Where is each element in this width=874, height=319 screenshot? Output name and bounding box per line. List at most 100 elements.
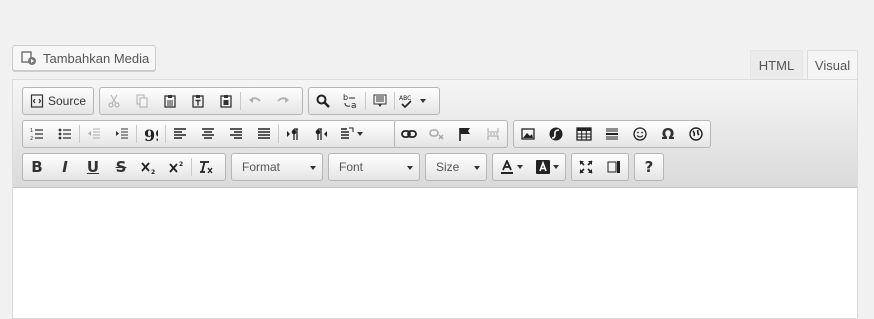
size-dropdown[interactable]: Size xyxy=(425,153,487,181)
text-color-icon xyxy=(500,160,513,174)
flash-button[interactable] xyxy=(542,121,570,147)
redo-button[interactable] xyxy=(269,88,297,114)
help-icon: ? xyxy=(644,158,654,176)
tab-html[interactable]: HTML xyxy=(750,50,803,79)
bulleted-list-button[interactable] xyxy=(51,121,79,147)
redo-icon xyxy=(277,97,289,103)
replace-icon: ba xyxy=(343,93,357,109)
text-direction-ltr-icon xyxy=(287,128,298,140)
iframe-button[interactable] xyxy=(682,121,710,147)
add-media-button[interactable]: Tambahkan Media xyxy=(12,45,156,71)
svg-text:99: 99 xyxy=(144,127,158,141)
page-break-icon xyxy=(487,128,499,140)
tab-visual[interactable]: Visual xyxy=(807,50,858,80)
svg-text:b: b xyxy=(343,93,348,102)
undo-button[interactable] xyxy=(241,88,269,114)
anchor-button[interactable] xyxy=(451,121,479,147)
unlink-icon xyxy=(429,129,444,140)
add-media-label: Tambahkan Media xyxy=(43,50,150,66)
link-button[interactable] xyxy=(395,121,423,147)
bold-button[interactable]: B xyxy=(23,154,51,180)
superscript-button[interactable]: 2 xyxy=(163,154,191,180)
smiley-icon xyxy=(633,127,647,141)
source-group: Source xyxy=(22,87,94,115)
outdent-button[interactable] xyxy=(80,121,108,147)
replace-button[interactable]: ba xyxy=(337,88,365,114)
text-direction-rtl-icon xyxy=(315,128,327,140)
flash-icon xyxy=(549,127,563,141)
editing-group: ba ABC xyxy=(308,87,440,115)
bg-color-button[interactable] xyxy=(529,154,565,180)
paste-word-icon xyxy=(220,95,232,108)
ltr-button[interactable] xyxy=(279,121,307,147)
align-justify-button[interactable] xyxy=(250,121,278,147)
bold-icon: B xyxy=(31,158,43,176)
image-icon xyxy=(521,128,535,140)
source-button[interactable]: Source xyxy=(23,88,93,114)
table-button[interactable] xyxy=(570,121,598,147)
svg-text:a: a xyxy=(351,101,357,109)
blockquote-button[interactable]: 99 xyxy=(137,121,165,147)
chevron-down-icon xyxy=(552,165,559,169)
smiley-button[interactable] xyxy=(626,121,654,147)
colors-group xyxy=(492,153,566,181)
background-color-icon xyxy=(535,160,550,174)
strike-button[interactable]: S xyxy=(107,154,135,180)
underline-icon: U xyxy=(86,158,100,176)
paste-button[interactable] xyxy=(156,88,184,114)
copy-button[interactable] xyxy=(128,88,156,114)
rtl-button[interactable] xyxy=(307,121,335,147)
find-button[interactable] xyxy=(309,88,337,114)
align-justify-icon xyxy=(258,128,270,139)
unlink-button[interactable] xyxy=(423,121,451,147)
paste-icon xyxy=(164,95,176,108)
strikethrough-icon: S xyxy=(115,158,127,176)
align-left-button[interactable] xyxy=(166,121,194,147)
numbered-list-button[interactable]: 12 xyxy=(23,121,51,147)
links-group xyxy=(394,120,508,148)
language-icon xyxy=(340,127,353,139)
text-color-button[interactable] xyxy=(493,154,529,180)
svg-text:2: 2 xyxy=(179,161,183,168)
special-char-button[interactable]: Ω xyxy=(654,121,682,147)
page-break-button[interactable] xyxy=(479,121,507,147)
copy-icon xyxy=(136,94,148,108)
spellcheck-button[interactable]: ABC xyxy=(395,88,429,114)
italic-icon: I xyxy=(62,158,68,176)
paste-word-button[interactable] xyxy=(212,88,240,114)
horizontal-rule-button[interactable] xyxy=(598,121,626,147)
language-button[interactable] xyxy=(335,121,367,147)
superscript-icon: 2 xyxy=(169,161,183,173)
select-all-button[interactable] xyxy=(366,88,394,114)
tools-group xyxy=(571,153,629,181)
media-icon xyxy=(21,50,37,66)
show-blocks-button[interactable] xyxy=(600,154,628,180)
paste-text-button[interactable] xyxy=(184,88,212,114)
globe-icon xyxy=(689,127,703,141)
align-right-button[interactable] xyxy=(222,121,250,147)
about-button[interactable]: ? xyxy=(635,154,663,180)
remove-format-button[interactable] xyxy=(192,154,220,180)
select-all-icon xyxy=(373,94,387,107)
underline-button[interactable]: U xyxy=(79,154,107,180)
font-dropdown[interactable]: Font xyxy=(328,153,420,181)
format-dropdown[interactable]: Format xyxy=(231,153,323,181)
editor-area: Source b a ABC 1 2 9 Ω B I U S 2 2 Forma… xyxy=(12,79,858,319)
chevron-down-icon xyxy=(407,166,413,170)
indent-button[interactable] xyxy=(108,121,136,147)
cut-button[interactable] xyxy=(100,88,128,114)
undo-icon xyxy=(249,97,261,103)
subscript-button[interactable]: 2 xyxy=(135,154,163,180)
chevron-down-icon xyxy=(419,99,426,103)
align-center-button[interactable] xyxy=(194,121,222,147)
omega-icon: Ω xyxy=(661,125,675,143)
maximize-button[interactable] xyxy=(572,154,600,180)
align-center-icon xyxy=(202,128,214,139)
image-button[interactable] xyxy=(514,121,542,147)
show-blocks-icon xyxy=(607,161,620,173)
source-icon xyxy=(30,94,44,108)
chevron-down-icon xyxy=(310,166,316,170)
numbered-list-icon: 12 xyxy=(30,128,43,141)
svg-text:2: 2 xyxy=(151,169,155,174)
italic-button[interactable]: I xyxy=(51,154,79,180)
